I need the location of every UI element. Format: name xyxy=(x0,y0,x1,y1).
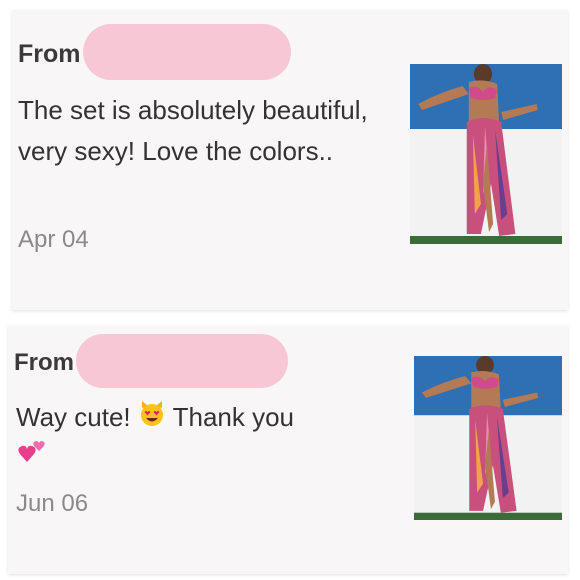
review-date: Jun 06 xyxy=(16,490,89,517)
review-text: Way cute! Thank you xyxy=(16,398,386,478)
review-card: From The set is absolutely beautiful, ve… xyxy=(12,10,568,310)
from-label: From xyxy=(18,39,81,68)
review-photo[interactable] xyxy=(410,64,562,244)
reviewer-row: From xyxy=(18,24,291,80)
redacted-reviewer-name xyxy=(76,334,288,388)
review-text-part-2: Thank you xyxy=(165,402,295,432)
review-text: The set is absolutely beautiful, very se… xyxy=(18,95,368,166)
redacted-reviewer-name xyxy=(82,24,291,80)
from-label: From xyxy=(14,349,74,376)
review-card: From Way cute! Thank you Jun 06 xyxy=(8,326,568,574)
heart-eyes-cat-emoji-icon xyxy=(138,400,166,438)
reviewer-row: From xyxy=(14,334,288,388)
review-date: Apr 04 xyxy=(18,226,89,253)
review-text-part-1: Way cute! xyxy=(16,402,138,432)
review-photo[interactable] xyxy=(414,356,562,520)
product-photo-icon xyxy=(410,64,562,244)
two-hearts-emoji-icon xyxy=(16,440,46,478)
product-photo-icon xyxy=(414,356,562,520)
